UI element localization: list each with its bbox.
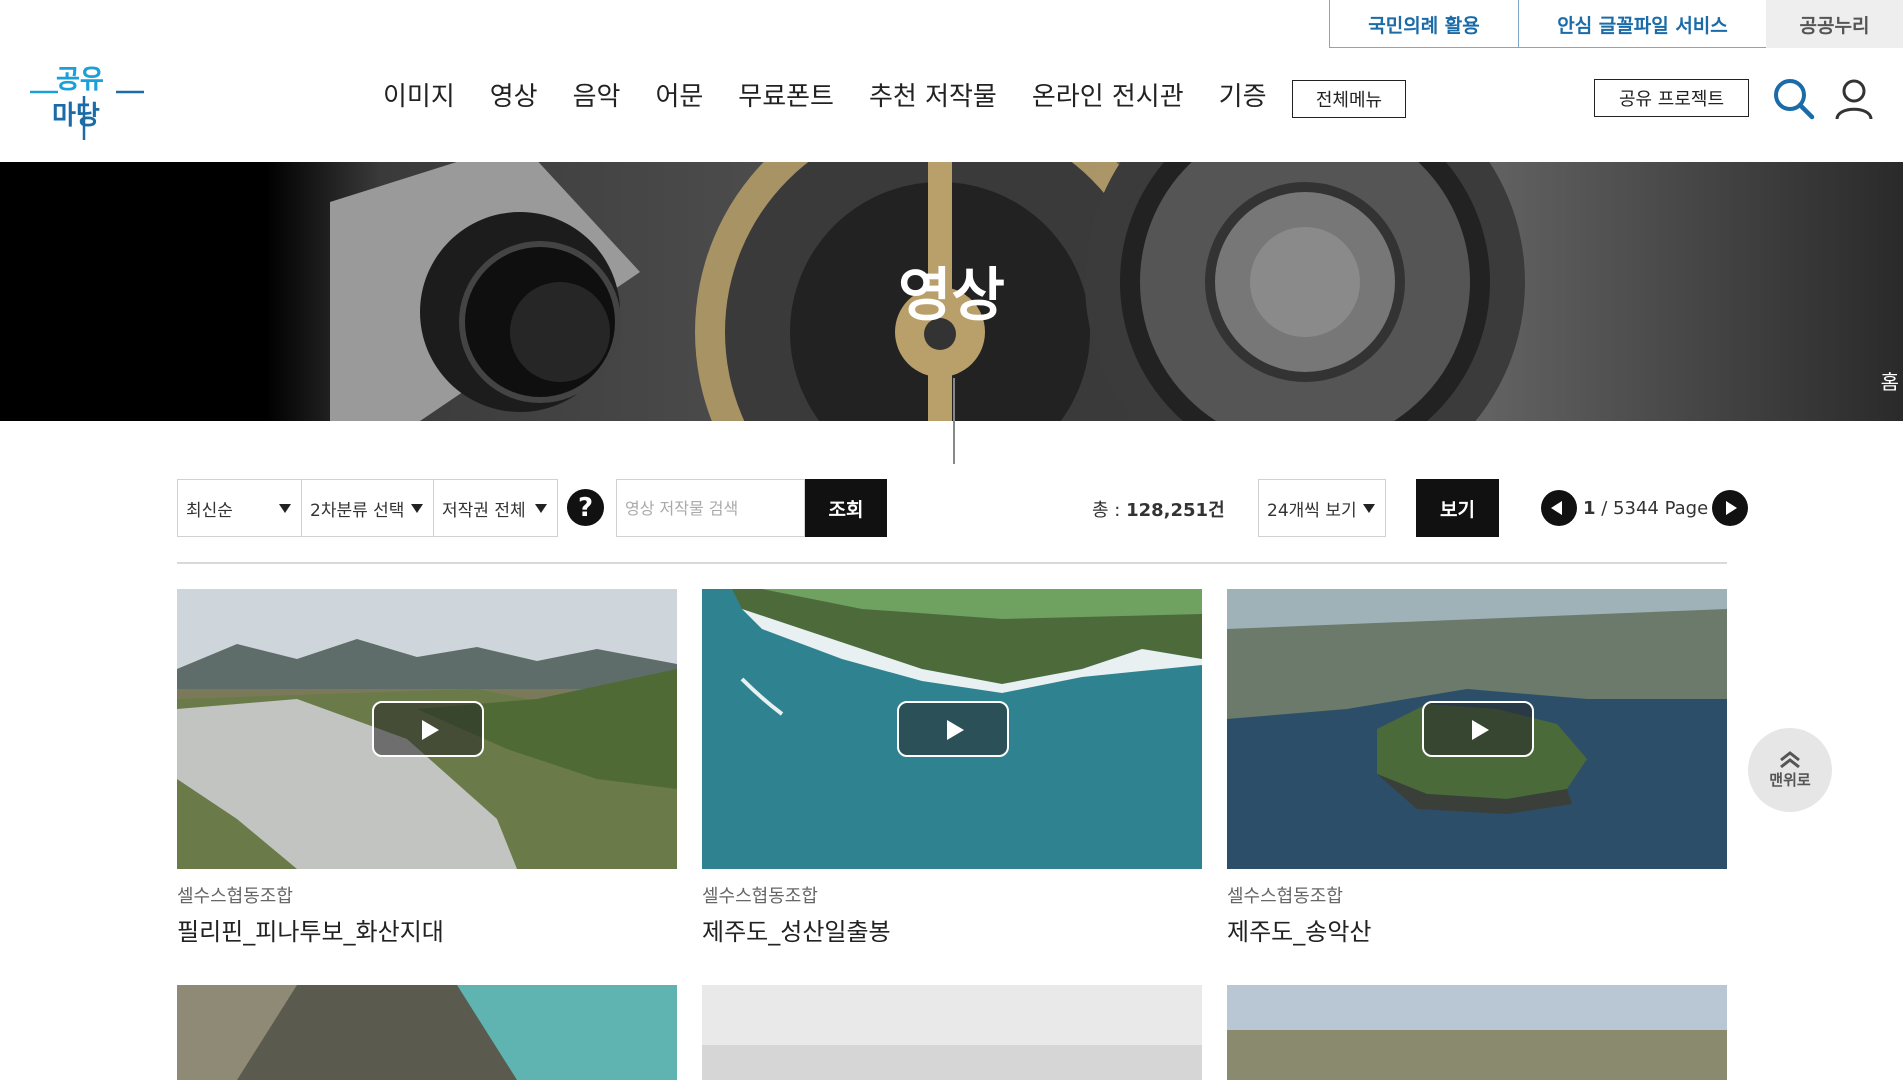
category-select-value: 2차분류 선택 <box>310 500 405 521</box>
card-title[interactable]: 제주도_송악산 <box>1227 912 1727 947</box>
chevron-down-icon <box>535 504 547 513</box>
video-card[interactable]: 셀수스협동조합 제주도_송악산 <box>1227 589 1727 947</box>
page-indicator: 1 / 5344 Page <box>1583 498 1708 519</box>
video-card[interactable]: 셀수스협동조합 제주도_성산일출봉 <box>702 589 1202 947</box>
chevron-down-icon <box>279 504 291 513</box>
card-title[interactable]: 제주도_성산일출봉 <box>702 912 1202 947</box>
util-link-kogl[interactable]: 공공누리 <box>1766 0 1903 48</box>
nav-item-music[interactable]: 음악 <box>573 76 621 113</box>
nav-item-text[interactable]: 어문 <box>655 76 703 113</box>
page-rest: / 5344 Page <box>1595 497 1709 519</box>
nav-item-free-font[interactable]: 무료폰트 <box>738 76 834 113</box>
home-side-label[interactable]: 홈 <box>1881 366 1899 395</box>
video-card[interactable]: 셀수스협동조합 필리핀_피나투보_화산지대 <box>177 589 677 947</box>
nav-item-video[interactable]: 영상 <box>490 76 538 113</box>
util-link-ceremony[interactable]: 국민의례 활용 <box>1330 0 1519 48</box>
filter-divider <box>177 562 1727 564</box>
video-thumbnail[interactable] <box>177 589 677 869</box>
video-thumbnail[interactable] <box>702 589 1202 869</box>
copyright-select[interactable]: 저작권 전체 <box>433 479 558 537</box>
scroll-top-button[interactable]: 맨위로 <box>1748 728 1832 812</box>
play-icon[interactable] <box>1422 701 1534 757</box>
nav-item-image[interactable]: 이미지 <box>383 76 455 113</box>
play-icon[interactable] <box>897 701 1009 757</box>
scroll-top-label: 맨위로 <box>1769 770 1811 789</box>
search-button[interactable]: 조회 <box>805 479 887 537</box>
chevron-down-icon <box>411 504 423 513</box>
total-value: 128,251건 <box>1126 500 1225 521</box>
page-current: 1 <box>1583 497 1596 519</box>
category-select[interactable]: 2차분류 선택 <box>301 479 434 537</box>
nav-item-exhibition[interactable]: 온라인 전시관 <box>1032 76 1184 113</box>
site-logo[interactable]: 공유 마당 <box>28 56 148 142</box>
search-input[interactable] <box>616 479 805 537</box>
copyright-select-value: 저작권 전체 <box>442 500 526 521</box>
double-chevron-up-icon <box>1780 750 1800 768</box>
sort-select[interactable]: 최신순 <box>177 479 302 537</box>
logo-text-bottom: 마당 <box>52 101 100 131</box>
pagination: 1 / 5344 Page <box>1541 490 1749 526</box>
search-icon[interactable] <box>1772 77 1816 121</box>
main-nav: 이미지 영상 음악 어문 무료폰트 추천 저작물 온라인 전시관 기증 <box>383 76 1302 113</box>
user-icon[interactable] <box>1834 78 1874 120</box>
card-organization: 셀수스협동조합 <box>177 886 293 907</box>
help-icon[interactable]: ? <box>567 489 604 526</box>
prev-page-icon[interactable] <box>1541 490 1577 526</box>
page-banner: 영상 홈 <box>0 162 1903 421</box>
per-page-select[interactable]: 24개씩 보기 <box>1258 479 1386 537</box>
card-organization: 셀수스협동조합 <box>702 886 818 907</box>
utility-links: 국민의례 활용 안심 글꼴파일 서비스 공공누리 <box>1329 0 1903 48</box>
video-thumbnail[interactable] <box>177 985 677 1080</box>
per-page-select-value: 24개씩 보기 <box>1267 500 1357 521</box>
total-count: 총 : 128,251건 <box>1092 496 1225 522</box>
video-thumbnail[interactable] <box>1227 985 1727 1080</box>
next-page-icon[interactable] <box>1712 490 1749 526</box>
page-title: 영상 <box>898 261 1005 329</box>
total-label: 총 : <box>1092 500 1127 521</box>
card-organization: 셀수스협동조합 <box>1227 886 1343 907</box>
logo-text-top: 공유 <box>56 65 104 95</box>
video-thumbnail[interactable] <box>702 985 1202 1080</box>
play-icon[interactable] <box>372 701 484 757</box>
banner-divider-line <box>953 378 955 464</box>
all-menu-button[interactable]: 전체메뉴 <box>1292 80 1406 118</box>
chevron-down-icon <box>1363 504 1375 513</box>
sort-select-value: 최신순 <box>186 500 233 521</box>
share-project-button[interactable]: 공유 프로젝트 <box>1594 79 1749 117</box>
nav-item-donation[interactable]: 기증 <box>1219 76 1267 113</box>
card-title[interactable]: 필리핀_피나투보_화산지대 <box>177 912 677 947</box>
view-button[interactable]: 보기 <box>1416 479 1499 537</box>
nav-item-recommended[interactable]: 추천 저작물 <box>869 76 997 113</box>
video-thumbnail[interactable] <box>1227 589 1727 869</box>
util-link-safe-font[interactable]: 안심 글꼴파일 서비스 <box>1519 0 1766 48</box>
